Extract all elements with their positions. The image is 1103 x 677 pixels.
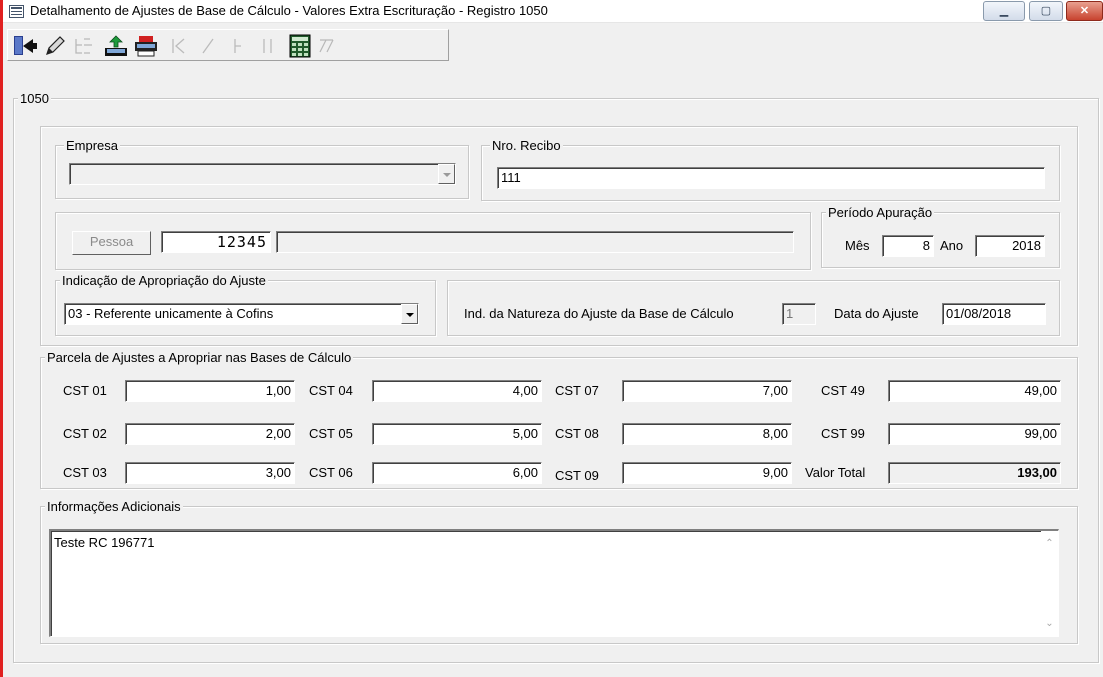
cst09-input[interactable]: 9,00	[622, 462, 792, 484]
cst08-input[interactable]: 8,00	[622, 423, 792, 445]
cst08-label: CST 08	[555, 426, 599, 441]
cst01-input[interactable]: 1,00	[125, 380, 295, 402]
tree-icon[interactable]	[70, 33, 98, 59]
mes-label: Mês	[845, 238, 870, 253]
periodo-legend: Período Apuração	[826, 205, 935, 220]
informacoes-group: Informações Adicionais Teste RC 196771 ⌃…	[40, 499, 1078, 644]
empresa-legend: Empresa	[64, 138, 121, 153]
valor-total-input[interactable]: 193,00	[888, 462, 1061, 484]
cst04-label: CST 04	[309, 383, 353, 398]
cst02-label: CST 02	[63, 426, 107, 441]
next-record-icon[interactable]	[224, 33, 252, 59]
natureza-label: Ind. da Natureza do Ajuste da Base de Cá…	[464, 306, 734, 321]
indicacao-legend: Indicação de Apropriação do Ajuste	[60, 273, 268, 288]
close-button[interactable]: ✕	[1066, 1, 1103, 21]
scroll-up-arrow-icon[interactable]: ⌃	[1045, 539, 1054, 549]
cst03-label: CST 03	[63, 465, 107, 480]
mes-input[interactable]: 8	[882, 235, 934, 257]
periodo-group: Período Apuração Mês 8 Ano 2018	[821, 205, 1060, 268]
form-icon	[9, 5, 24, 18]
calculator-icon[interactable]	[286, 33, 314, 59]
parcela-legend: Parcela de Ajustes a Apropriar nas Bases…	[45, 350, 354, 365]
cst99-input[interactable]: 99,00	[888, 423, 1061, 445]
informacoes-legend: Informações Adicionais	[45, 499, 183, 514]
cst05-input[interactable]: 5,00	[372, 423, 542, 445]
pencil-icon[interactable]	[41, 33, 69, 59]
cst04-input[interactable]: 4,00	[372, 380, 542, 402]
data-ajuste-input[interactable]: 01/08/2018	[942, 303, 1046, 325]
valor-total-label: Valor Total	[805, 465, 866, 480]
window-title: Detalhamento de Ajustes de Base de Cálcu…	[30, 3, 548, 18]
last-record-icon[interactable]	[254, 33, 282, 59]
informacoes-scrollbar[interactable]: ⌃ ⌄	[1041, 531, 1058, 636]
pessoa-name-input[interactable]	[276, 231, 794, 253]
indicacao-selected: 03 - Referente unicamente à Cofins	[68, 306, 274, 321]
cst49-label: CST 49	[821, 383, 865, 398]
cst02-input[interactable]: 2,00	[125, 423, 295, 445]
recibo-group: Nro. Recibo 111	[481, 138, 1060, 201]
register-1050-legend: 1050	[18, 91, 51, 106]
recibo-legend: Nro. Recibo	[490, 138, 563, 153]
cst49-input[interactable]: 49,00	[888, 380, 1061, 402]
natureza-input[interactable]: 1	[782, 303, 816, 325]
title-bar[interactable]: Detalhamento de Ajustes de Base de Cálcu…	[3, 0, 1103, 23]
minimize-button[interactable]: ▁	[983, 1, 1025, 21]
indicacao-dropdown-arrow-icon[interactable]	[401, 304, 418, 324]
cst06-input[interactable]: 6,00	[372, 462, 542, 484]
printer-icon[interactable]	[132, 33, 160, 59]
first-record-icon[interactable]	[164, 33, 192, 59]
toolbar-group	[7, 29, 449, 61]
cst07-label: CST 07	[555, 383, 599, 398]
natureza-panel: Ind. da Natureza do Ajuste da Base de Cá…	[447, 280, 1060, 336]
empresa-select[interactable]	[69, 163, 456, 185]
window: Detalhamento de Ajustes de Base de Cálcu…	[0, 0, 1103, 677]
informacoes-text: Teste RC 196771	[54, 535, 155, 550]
empresa-group: Empresa	[55, 138, 469, 199]
exit-door-icon[interactable]	[10, 33, 38, 59]
cst99-label: CST 99	[821, 426, 865, 441]
import-tray-icon[interactable]	[102, 33, 130, 59]
informacoes-textarea[interactable]: Teste RC 196771 ⌃ ⌄	[49, 529, 1059, 637]
pessoa-panel: Pessoa 12345	[55, 212, 811, 270]
cst09-label: CST 09	[555, 468, 599, 483]
pessoa-button[interactable]: Pessoa	[72, 231, 151, 255]
data-ajuste-label: Data do Ajuste	[834, 306, 919, 321]
ano-input[interactable]: 2018	[975, 235, 1045, 257]
maximize-button[interactable]: ▢	[1029, 1, 1063, 21]
cst03-input[interactable]: 3,00	[125, 462, 295, 484]
cst01-label: CST 01	[63, 383, 107, 398]
recibo-input[interactable]: 111	[497, 167, 1045, 189]
scroll-down-arrow-icon[interactable]: ⌄	[1045, 619, 1054, 629]
indicacao-group: Indicação de Apropriação do Ajuste 03 - …	[55, 273, 436, 336]
check-icon[interactable]	[194, 33, 222, 59]
cst06-label: CST 06	[309, 465, 353, 480]
pessoa-code-input[interactable]: 12345	[161, 231, 271, 253]
ano-label: Ano	[940, 238, 964, 253]
indicacao-select[interactable]: 03 - Referente unicamente à Cofins	[64, 303, 419, 325]
double-check-icon[interactable]	[314, 33, 342, 59]
parcela-group: Parcela de Ajustes a Apropriar nas Bases…	[40, 350, 1078, 489]
toolbar	[3, 23, 1103, 67]
empresa-dropdown-arrow-icon[interactable]	[438, 164, 455, 184]
cst07-input[interactable]: 7,00	[622, 380, 792, 402]
cst05-label: CST 05	[309, 426, 353, 441]
